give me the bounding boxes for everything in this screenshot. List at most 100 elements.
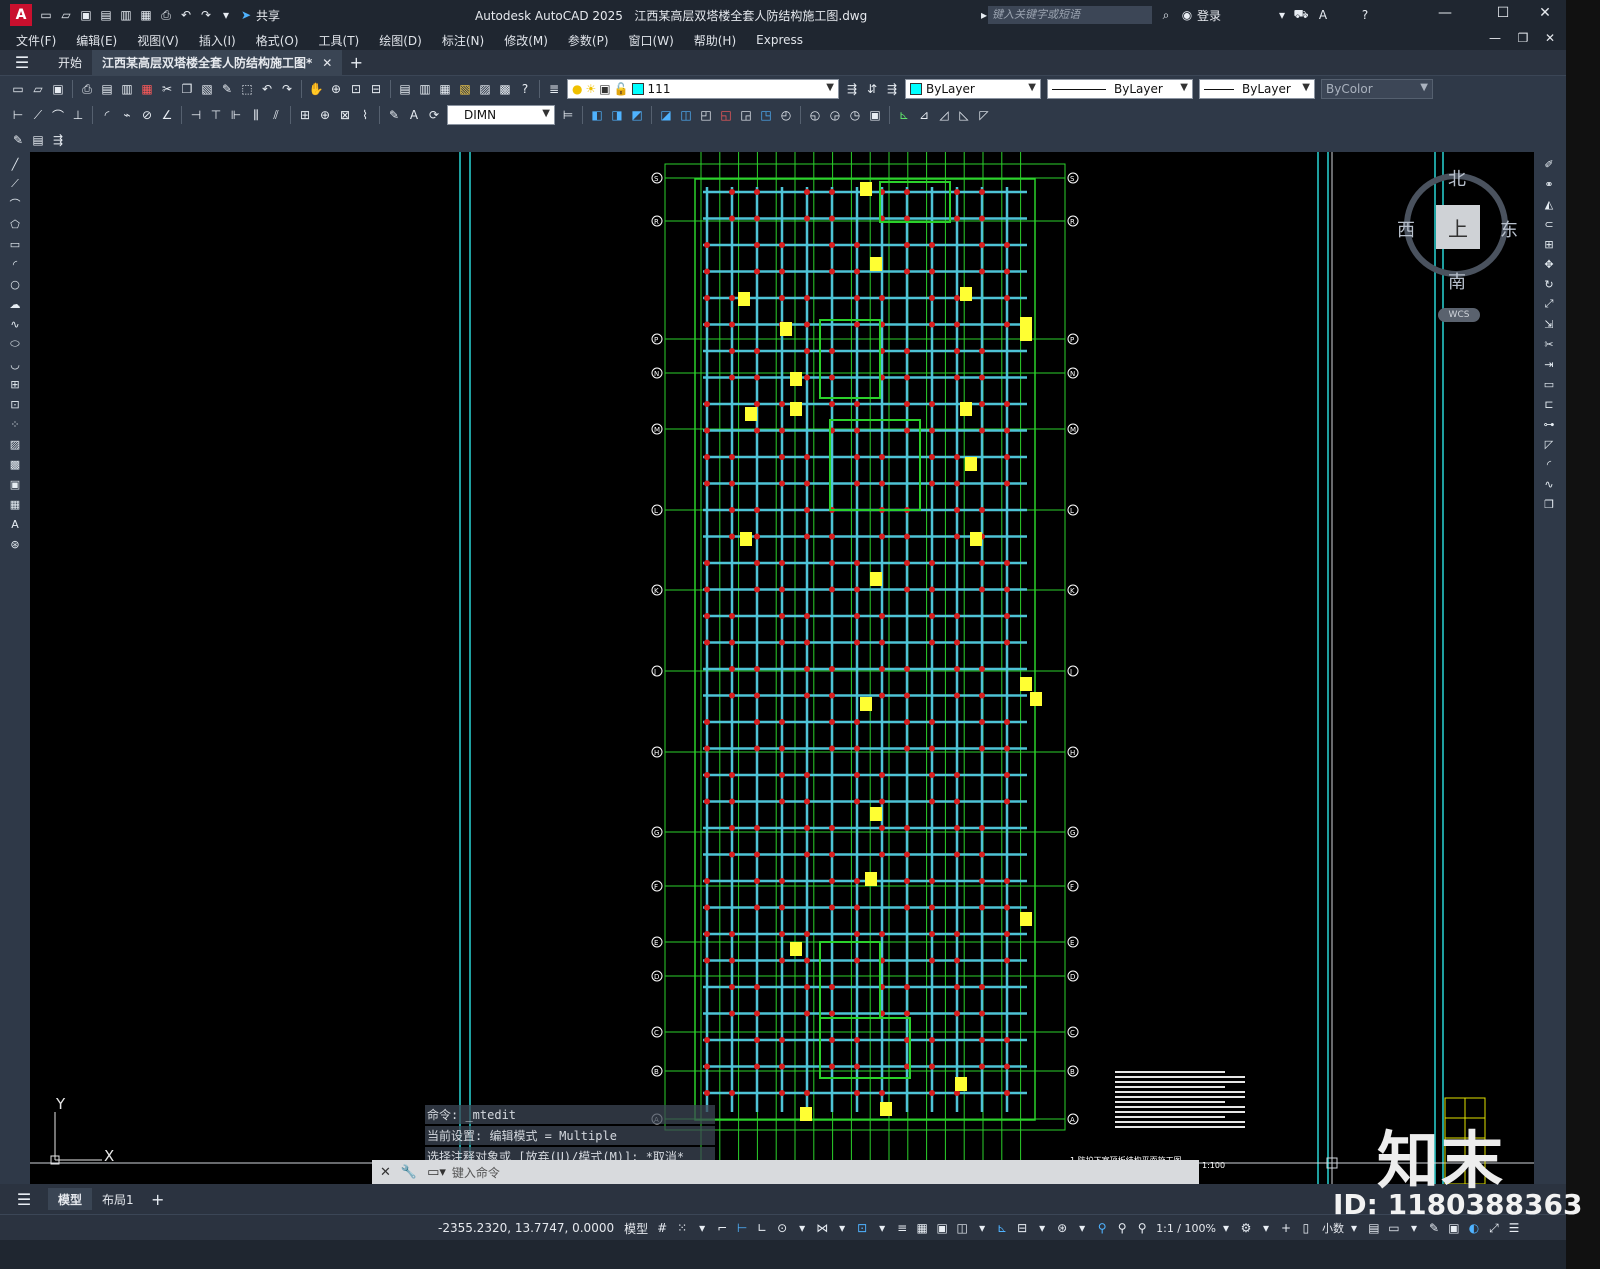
dim-edit-icon[interactable]: ✎	[386, 107, 402, 123]
drawing-canvas[interactable]: Y X SSRRPPNNMMLLKKJJHHGGFFEEDDCCBBAA1234…	[30, 152, 1534, 1184]
cart-icon[interactable]: ⛟	[1293, 7, 1309, 23]
properties-icon[interactable]: ▤	[397, 81, 413, 97]
view-right-icon[interactable]: ◪	[658, 107, 674, 123]
blend-curves-icon[interactable]: ∿	[1540, 476, 1558, 492]
zoom-previous-icon[interactable]: ⊟	[368, 81, 384, 97]
angular-dim-icon[interactable]: ∠	[159, 107, 175, 123]
polygon-icon[interactable]: ⬠	[6, 216, 24, 232]
view-sw-iso-icon[interactable]: ◱	[718, 107, 734, 123]
join-icon[interactable]: ⊶	[1540, 416, 1558, 432]
open-icon[interactable]: ▱	[58, 7, 74, 23]
ordinate-dim-icon[interactable]: ⊥	[70, 107, 86, 123]
dim-break-icon[interactable]: ⫽	[268, 107, 284, 123]
erase-icon[interactable]: ✐	[1540, 156, 1558, 172]
insert-block-icon[interactable]: ⊞	[6, 376, 24, 392]
move-icon[interactable]: ✥	[1540, 256, 1558, 272]
add-layout-icon[interactable]: +	[150, 1190, 166, 1209]
customization-icon[interactable]: ☰	[1506, 1220, 1522, 1236]
arc-icon[interactable]: ◜	[6, 256, 24, 272]
annotation-scale[interactable]: 1:1 / 100%	[1156, 1222, 1216, 1235]
offset-icon[interactable]: ⊂	[1540, 216, 1558, 232]
dimstyle-dropdown[interactable]: DIMN ▼	[447, 105, 555, 125]
rectangle-icon[interactable]: ▭	[6, 236, 24, 252]
inspection-icon[interactable]: ⊠	[337, 107, 353, 123]
visual-style-realistic-icon[interactable]: ◷	[847, 107, 863, 123]
chevron-down-icon[interactable]: ▾	[1346, 1220, 1362, 1236]
jogged-dim-icon[interactable]: ⌁	[119, 107, 135, 123]
model-space-button[interactable]: 模型	[624, 1220, 648, 1237]
line-icon[interactable]: ╱	[6, 156, 24, 172]
markup-icon[interactable]: ▨	[477, 81, 493, 97]
workspace-gear-icon[interactable]: ⚙	[1238, 1220, 1254, 1236]
help-icon[interactable]: ?	[517, 81, 533, 97]
menu-window[interactable]: 窗口(W)	[619, 32, 684, 49]
snap-icon[interactable]: ⁙	[674, 1220, 690, 1236]
tab-start[interactable]: 开始	[48, 50, 92, 76]
quick-dim-icon[interactable]: ⊣	[188, 107, 204, 123]
annotation-visibility-icon[interactable]: ⚲	[1094, 1220, 1110, 1236]
attribute-edit-icon[interactable]: ✎	[10, 132, 26, 148]
infer-constraints-icon[interactable]: ⌐	[714, 1220, 730, 1236]
layer-properties-icon[interactable]: ≣	[546, 81, 562, 97]
close-command-icon[interactable]: ✕	[380, 1165, 391, 1180]
auto-scale-icon[interactable]: ⚲	[1114, 1220, 1130, 1236]
view-front-icon[interactable]: ◫	[678, 107, 694, 123]
qnew-icon[interactable]: ▭	[10, 81, 26, 97]
viewcube-north[interactable]: 北	[1448, 165, 1466, 191]
viewcube-top-face[interactable]: 上	[1436, 205, 1480, 249]
copy-object-icon[interactable]: ⚭	[1540, 176, 1558, 192]
quick-properties-icon[interactable]: ▤	[1366, 1220, 1382, 1236]
cut-icon[interactable]: ✂	[159, 81, 175, 97]
customize-command-icon[interactable]: 🔧	[401, 1165, 417, 1180]
ucs-icon[interactable]: ⊾	[896, 107, 912, 123]
annotation-monitor-icon[interactable]: +	[1278, 1220, 1294, 1236]
new-tab-icon[interactable]: +	[348, 53, 364, 72]
chevron-down-icon[interactable]: ▾	[1218, 1220, 1234, 1236]
menu-express[interactable]: Express	[746, 33, 813, 47]
close-tab-icon[interactable]: ✕	[322, 56, 332, 70]
web-open-icon[interactable]: ▥	[118, 7, 134, 23]
linear-dim-icon[interactable]: ⊢	[10, 107, 26, 123]
spline-icon[interactable]: ∿	[6, 316, 24, 332]
zoom-realtime-icon[interactable]: ⊕	[328, 81, 344, 97]
construction-line-icon[interactable]: ⟋	[6, 176, 24, 192]
ucs-previous-icon[interactable]: ◿	[936, 107, 952, 123]
gradient-icon[interactable]: ▩	[6, 456, 24, 472]
units-icon[interactable]: ▯	[1298, 1220, 1314, 1236]
layer-dropdown[interactable]: ● ☀ ▣ 🔓 111 ▼	[567, 79, 839, 99]
tab-document[interactable]: 江西某高层双塔楼全套人防结构施工图* ✕	[92, 49, 343, 76]
command-input[interactable]: 键入命令	[452, 1164, 500, 1181]
dim-update-icon[interactable]: ⟳	[426, 107, 442, 123]
customize-dropdown-icon[interactable]: ▾	[218, 7, 234, 23]
grid-icon[interactable]: #	[654, 1220, 670, 1236]
break-icon[interactable]: ⊏	[1540, 396, 1558, 412]
chevron-down-icon[interactable]: ▾	[1034, 1220, 1050, 1236]
menu-draw[interactable]: 绘图(D)	[369, 32, 432, 49]
preview-icon[interactable]: ▤	[99, 81, 115, 97]
chamfer-icon[interactable]: ◸	[1540, 436, 1558, 452]
view-bottom-icon[interactable]: ◨	[609, 107, 625, 123]
menu-dimension[interactable]: 标注(N)	[432, 32, 494, 49]
layer-previous-icon[interactable]: ⇵	[864, 81, 880, 97]
chevron-down-icon[interactable]: ▾	[834, 1220, 850, 1236]
object-snap-tracking-icon[interactable]: ⊡	[854, 1220, 870, 1236]
menu-file[interactable]: 文件(F)	[6, 32, 66, 49]
attribute-sync-icon[interactable]: ⇶	[50, 132, 66, 148]
diameter-dim-icon[interactable]: ⊘	[139, 107, 155, 123]
dynamic-ucs-icon[interactable]: ⊾	[994, 1220, 1010, 1236]
annotation-scale-icon[interactable]: ⚲	[1134, 1220, 1150, 1236]
view-back-icon[interactable]: ◰	[698, 107, 714, 123]
close-button[interactable]: ✕	[1530, 5, 1560, 21]
isodraft-icon[interactable]: ⋈	[814, 1220, 830, 1236]
polar-tracking-icon[interactable]: ⊙	[774, 1220, 790, 1236]
autodesk-app-icon[interactable]: A	[1315, 7, 1331, 23]
ucs-world-icon[interactable]: ⊿	[916, 107, 932, 123]
continue-dim-icon[interactable]: ⊩	[228, 107, 244, 123]
maximize-button[interactable]: ☐	[1488, 5, 1518, 21]
ellipse-icon[interactable]: ⬭	[6, 336, 24, 352]
save-icon[interactable]: ▣	[50, 81, 66, 97]
3d-print-icon[interactable]: ▦	[139, 81, 155, 97]
redo-icon[interactable]: ↷	[279, 81, 295, 97]
visual-style-conceptual-icon[interactable]: ▣	[867, 107, 883, 123]
break-point-icon[interactable]: ▭	[1540, 376, 1558, 392]
